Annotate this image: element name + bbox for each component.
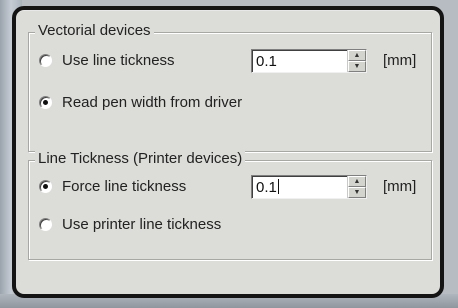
read-pen-width-option[interactable]: Read pen width from driver [39,91,242,113]
text-caret [277,179,279,194]
vectorial-devices-group: Vectorial devices Use line tickness 0.1 … [28,22,432,152]
vectorial-spin-buttons: ▲ ▼ [347,50,366,72]
printer-devices-group: Line Tickness (Printer devices) Force li… [28,150,432,260]
force-line-thickness-radio[interactable] [39,179,52,193]
printer-unit-label: [mm] [383,178,417,195]
vectorial-thickness-spinbox[interactable]: 0.1 ▲ ▼ [251,49,367,73]
read-pen-width-radio[interactable] [39,95,52,109]
vectorial-spin-up-button[interactable]: ▲ [348,50,366,61]
force-line-thickness-option[interactable]: Force line tickness [39,175,186,197]
chevron-down-icon: ▼ [353,189,361,196]
vectorial-spin-down-button[interactable]: ▼ [348,61,366,72]
line-thickness-dialog-panel: Vectorial devices Use line tickness 0.1 … [12,6,444,298]
printer-thickness-input[interactable]: 0.1 [252,176,347,198]
printer-thickness-spinbox[interactable]: 0.1 ▲ ▼ [251,175,367,199]
use-printer-thickness-radio[interactable] [39,217,52,231]
force-line-thickness-label: Force line tickness [62,177,187,195]
printer-thickness-value: 0.1 [256,179,277,196]
printer-devices-legend: Line Tickness (Printer devices) [35,150,246,167]
use-line-thickness-option[interactable]: Use line tickness [39,49,175,71]
chevron-up-icon: ▲ [353,52,361,59]
printer-spin-buttons: ▲ ▼ [347,176,366,198]
use-printer-thickness-option[interactable]: Use printer line tickness [39,213,221,235]
use-printer-thickness-label: Use printer line tickness [62,215,222,233]
use-line-thickness-label: Use line tickness [62,51,175,69]
vectorial-devices-legend: Vectorial devices [35,22,154,39]
vectorial-thickness-input[interactable]: 0.1 [252,50,347,72]
vectorial-unit-label: [mm] [383,52,417,69]
printer-spin-down-button[interactable]: ▼ [348,187,366,198]
printer-spin-up-button[interactable]: ▲ [348,176,366,187]
chevron-down-icon: ▼ [353,63,361,70]
read-pen-width-label: Read pen width from driver [62,93,243,111]
chevron-up-icon: ▲ [353,178,361,185]
use-line-thickness-radio[interactable] [39,53,52,67]
